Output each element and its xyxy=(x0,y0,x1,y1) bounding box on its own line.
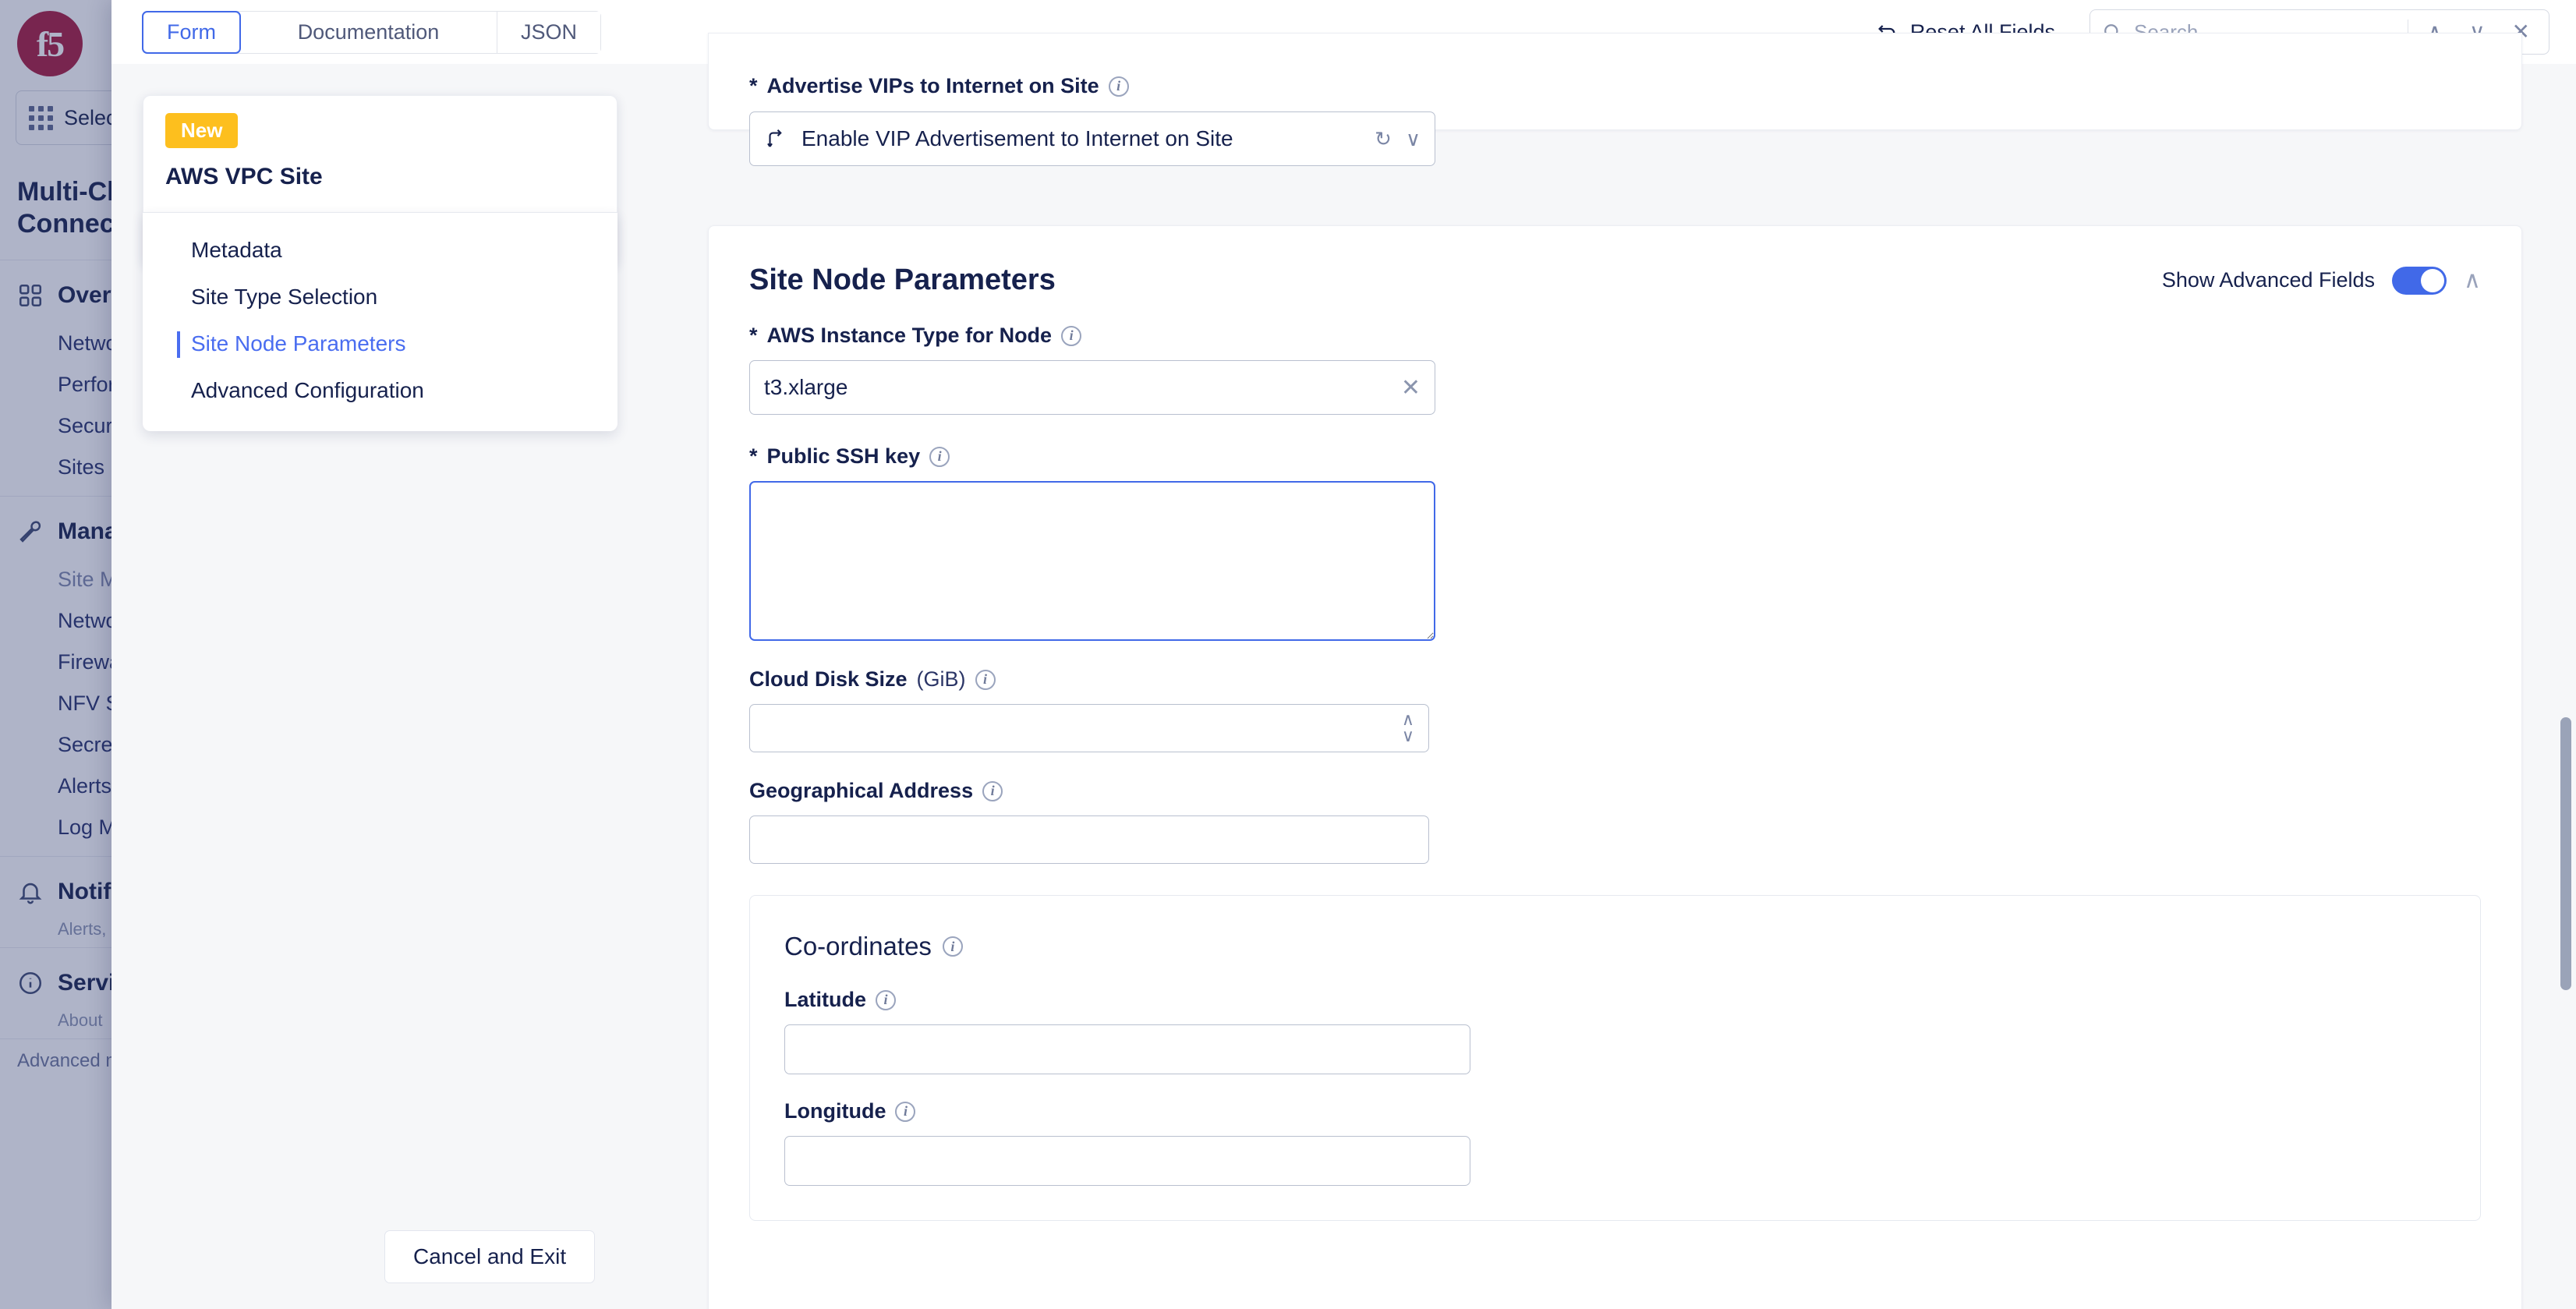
site-node-parameters-header: Site Node Parameters Show Advanced Field… xyxy=(709,226,2521,297)
tab-form[interactable]: Form xyxy=(142,10,241,54)
site-node-fields: * AWS Instance Type for Node i t3.xlarge… xyxy=(709,297,2521,1221)
configuration-wizard-overlay: Form Documentation JSON Reset All Fields… xyxy=(111,0,2576,1309)
public-ssh-key-label: * Public SSH key i xyxy=(749,444,2481,469)
cloud-disk-size-label-text: Cloud Disk Size xyxy=(749,667,908,691)
latitude-input[interactable] xyxy=(784,1024,1470,1074)
section-header-controls: Show Advanced Fields ∧ xyxy=(2161,266,2481,295)
wizard-step-header: New AWS VPC Site xyxy=(143,96,617,190)
refresh-icon[interactable]: ↻ xyxy=(1375,127,1392,151)
view-mode-tabs: Form Documentation JSON xyxy=(142,10,602,54)
info-icon[interactable]: i xyxy=(1108,76,1129,97)
required-marker: * xyxy=(749,444,758,468)
vertical-scrollbar-thumb[interactable] xyxy=(2560,717,2571,990)
card-site-node-parameters: Site Node Parameters Show Advanced Field… xyxy=(708,225,2522,1309)
aws-instance-type-label-text: AWS Instance Type for Node xyxy=(766,324,1053,347)
cloud-disk-size-unit: (GiB) xyxy=(916,667,966,691)
advertise-vips-label: * Advertise VIPs to Internet on Site i xyxy=(749,74,2481,98)
chevron-down-icon[interactable]: ∨ xyxy=(1402,727,1414,745)
cloud-disk-size-stepper[interactable]: ∧ ∨ xyxy=(749,704,1429,752)
new-badge: New xyxy=(165,113,239,148)
coordinates-title-row: Co-ordinates i xyxy=(784,932,2446,961)
public-ssh-key-label-text: Public SSH key xyxy=(766,444,921,468)
info-icon[interactable]: i xyxy=(895,1101,916,1122)
advertise-vips-value: Enable VIP Advertisement to Internet on … xyxy=(801,126,1233,150)
info-icon[interactable]: i xyxy=(942,936,963,957)
info-icon[interactable]: i xyxy=(929,446,950,467)
chevron-down-icon[interactable]: ∨ xyxy=(1406,127,1421,151)
required-marker: * xyxy=(749,74,758,97)
aws-instance-type-input[interactable]: t3.xlarge ✕ xyxy=(749,360,1435,415)
coordinates-group: Co-ordinates i Latitude i Longitude i xyxy=(749,895,2481,1221)
public-ssh-key-textarea[interactable] xyxy=(749,481,1435,641)
chevron-up-icon[interactable]: ∧ xyxy=(2464,267,2481,294)
field-aws-instance-type: * AWS Instance Type for Node i t3.xlarge… xyxy=(749,324,2481,415)
required-marker: * xyxy=(749,324,758,347)
cancel-and-exit-button[interactable]: Cancel and Exit xyxy=(384,1230,596,1283)
longitude-label: Longitude i xyxy=(784,1099,2446,1123)
geographical-address-label-text: Geographical Address xyxy=(749,779,974,802)
aws-instance-type-label: * AWS Instance Type for Node i xyxy=(749,324,2481,348)
modal-scrim[interactable] xyxy=(0,0,111,1309)
cloud-disk-size-label: Cloud Disk Size (GiB) i xyxy=(749,667,2481,692)
field-geographical-address: Geographical Address i xyxy=(749,779,2481,864)
advertise-vips-label-text: Advertise VIPs to Internet on Site xyxy=(766,74,1099,97)
close-icon[interactable]: ✕ xyxy=(1401,374,1421,402)
field-longitude: Longitude i xyxy=(784,1099,2446,1186)
show-advanced-fields-toggle[interactable] xyxy=(2392,266,2447,295)
info-icon[interactable]: i xyxy=(982,780,1003,801)
stepper-controls: ∧ ∨ xyxy=(1402,711,1414,745)
wizard-step-site-node-parameters[interactable]: Site Node Parameters xyxy=(143,320,617,367)
info-icon[interactable]: i xyxy=(1061,325,1082,346)
geographical-address-label: Geographical Address i xyxy=(749,779,2481,803)
wizard-step-metadata[interactable]: Metadata xyxy=(143,227,617,274)
wizard-step-advanced-configuration[interactable]: Advanced Configuration xyxy=(143,367,617,414)
info-icon[interactable]: i xyxy=(876,989,896,1010)
latitude-label: Latitude i xyxy=(784,988,2446,1012)
advertise-vips-select[interactable]: Enable VIP Advertisement to Internet on … xyxy=(749,111,1435,166)
field-public-ssh-key: * Public SSH key i xyxy=(749,444,2481,641)
field-latitude: Latitude i xyxy=(784,988,2446,1074)
tab-json[interactable]: JSON xyxy=(497,11,601,53)
coordinates-title: Co-ordinates xyxy=(784,932,932,961)
tab-documentation[interactable]: Documentation xyxy=(240,11,497,53)
wizard-object-title: AWS VPC Site xyxy=(165,164,323,189)
wizard-step-list: Metadata Site Type Selection Site Node P… xyxy=(143,212,617,431)
section-title: Site Node Parameters xyxy=(749,264,1056,296)
info-icon[interactable]: i xyxy=(975,669,996,690)
longitude-label-text: Longitude xyxy=(784,1099,886,1123)
field-cloud-disk-size: Cloud Disk Size (GiB) i ∧ ∨ xyxy=(749,667,2481,752)
latitude-label-text: Latitude xyxy=(784,988,866,1011)
branch-icon xyxy=(767,129,782,147)
card-advertise-vips: * Advertise VIPs to Internet on Site i E… xyxy=(708,33,2522,166)
wizard-step-site-type-selection[interactable]: Site Type Selection xyxy=(143,274,617,320)
geographical-address-input[interactable] xyxy=(749,815,1429,864)
longitude-input[interactable] xyxy=(784,1136,1470,1186)
aws-instance-type-value: t3.xlarge xyxy=(764,375,848,399)
show-advanced-fields-label: Show Advanced Fields xyxy=(2161,268,2376,292)
